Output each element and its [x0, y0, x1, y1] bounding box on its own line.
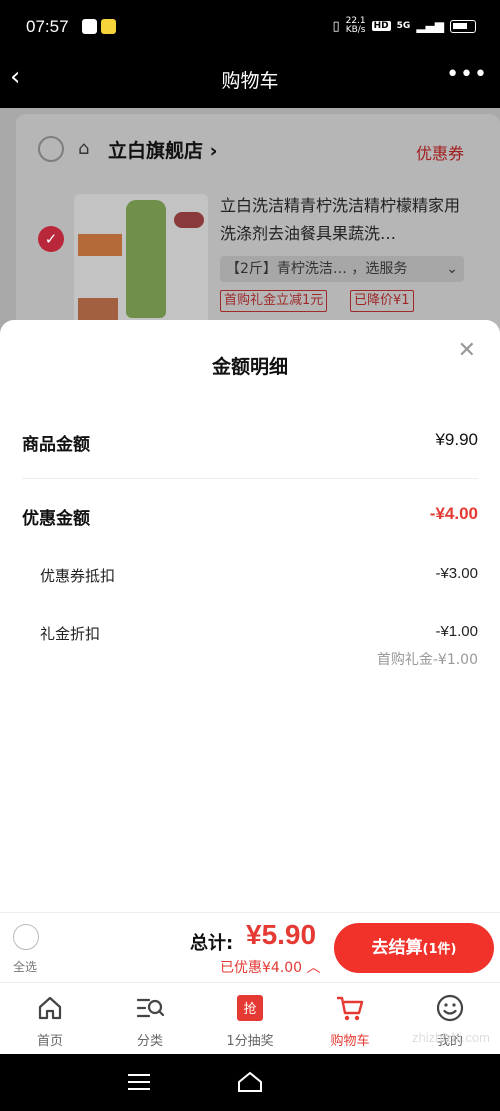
thumb-badge: [174, 212, 204, 228]
nav-bar: ‹ 购物车 •••: [0, 52, 500, 108]
status-indicators: ▯ 22.1 KB/s HD 5G ▂▄▆: [332, 17, 476, 35]
signal-icon: ▂▄▆: [416, 19, 444, 33]
more-dots-icon[interactable]: •••: [446, 62, 488, 87]
product-thumbnail[interactable]: [74, 194, 208, 328]
network-type: 5G: [396, 21, 411, 31]
product-title[interactable]: 立白洗洁精青柠洗洁精柠檬精家用洗涤剂去油餐具果蔬洗…: [220, 192, 470, 248]
store-coupon-link[interactable]: 优惠券: [416, 140, 464, 164]
sku-text: 【2斤】青柠洗洁… ，选服务: [226, 261, 408, 277]
item-checked-icon[interactable]: ✓: [38, 226, 64, 252]
checkout-item-count: (1件): [422, 942, 457, 957]
hd-badge: HD: [371, 21, 391, 31]
gift-discount-note: 首购礼金-¥1.00: [376, 652, 478, 668]
tab-category[interactable]: 分类: [100, 983, 200, 1054]
tab-label: 分类: [136, 1034, 163, 1049]
saved-amount-text: 已优惠¥4.00: [220, 960, 303, 976]
store-select-radio[interactable]: [38, 136, 64, 162]
cart-list-dimmed: ⌂ 立白旗舰店 › 优惠券 ✓ 立白洗洁精青柠洗洁精柠檬精家用洗涤剂去油餐具果蔬…: [0, 108, 500, 354]
amount-detail-sheet: 金额明细 ✕ 商品金额 ¥9.90 优惠金额 -¥4.00 优惠券抵扣 -¥3.…: [0, 320, 500, 912]
sku-selector[interactable]: 【2斤】青柠洗洁… ，选服务 ⌄: [220, 256, 464, 282]
battery-icon: [450, 19, 476, 33]
app-notification-icon: [82, 19, 97, 34]
chevron-right-icon: ›: [209, 140, 218, 162]
tab-label: 1分抽奖: [226, 1034, 274, 1049]
close-icon[interactable]: ✕: [458, 338, 476, 363]
recent-apps-icon[interactable]: [128, 1074, 150, 1090]
cart-icon: [300, 993, 400, 1023]
watermark: zhizhizhi.com: [411, 1030, 490, 1045]
store-name-text: 立白旗舰店: [108, 140, 204, 162]
checkout-button[interactable]: 去结算(1件): [334, 923, 494, 973]
store-icon: ⌂: [78, 138, 90, 159]
store-name[interactable]: 立白旗舰店 ›: [108, 136, 217, 163]
page-title: 购物车: [221, 70, 279, 92]
app-notification-icon: [101, 19, 116, 34]
discount-amount-label: 优惠金额: [22, 509, 90, 529]
vibrate-icon: ▯: [332, 18, 340, 34]
promo-tag: 已降价¥1: [350, 290, 414, 312]
select-all-label[interactable]: 全选: [13, 958, 37, 975]
grab-icon: 抢: [200, 993, 300, 1023]
status-bar: 07:57 ▯ 22.1 KB/s HD 5G ▂▄▆: [0, 0, 500, 52]
tab-home[interactable]: 首页: [0, 983, 100, 1054]
promo-tag: 首购礼金立减1元: [220, 290, 328, 312]
goods-amount-value: ¥9.90: [435, 430, 478, 449]
tab-lottery[interactable]: 抢 1分抽奖: [200, 983, 300, 1054]
tab-label: 购物车: [330, 1034, 370, 1049]
total-label: 总计:: [190, 933, 234, 954]
goods-amount-label: 商品金额: [22, 435, 90, 455]
svg-text:抢: 抢: [243, 1001, 256, 1017]
status-time: 07:57: [26, 17, 69, 36]
thumb-badge: [78, 234, 122, 256]
chevron-up-icon: ︿: [306, 960, 321, 976]
category-search-icon: [100, 993, 200, 1023]
coupon-discount-value: -¥3.00: [435, 565, 478, 582]
smiley-icon: [400, 993, 500, 1023]
saved-amount-toggle[interactable]: 已优惠¥4.00 ︿: [220, 957, 321, 977]
total-value: ¥5.90: [246, 919, 317, 950]
select-all-radio[interactable]: [13, 924, 39, 950]
home-icon: [0, 993, 100, 1023]
coupon-discount-label: 优惠券抵扣: [40, 567, 116, 585]
divider: [22, 478, 478, 479]
sheet-title: 金额明细: [211, 356, 288, 378]
thumb-bottle: [126, 200, 166, 318]
checkout-button-label: 去结算: [371, 938, 423, 958]
tab-cart[interactable]: 购物车: [300, 983, 400, 1054]
discount-amount-value: -¥4.00: [429, 504, 478, 523]
cart-screen: 07:57 ▯ 22.1 KB/s HD 5G ▂▄▆ ‹ 购物车 ••• ⌂ …: [0, 0, 500, 1111]
store-card: ⌂ 立白旗舰店 › 优惠券 ✓ 立白洗洁精青柠洗洁精柠檬精家用洗涤剂去油餐具果蔬…: [16, 114, 500, 354]
gift-discount-value: -¥1.00: [435, 623, 478, 640]
net-speed: 22.1 KB/s: [345, 16, 366, 35]
tab-label: 首页: [36, 1034, 63, 1049]
chevron-down-icon: ⌄: [446, 261, 458, 277]
gift-discount-label: 礼金折扣: [40, 625, 101, 643]
checkout-bar: 全选 总计: ¥5.90 已优惠¥4.00 ︿ 去结算(1件): [0, 912, 500, 982]
home-nav-icon[interactable]: [236, 1070, 264, 1098]
system-nav-bar: [0, 1054, 500, 1111]
